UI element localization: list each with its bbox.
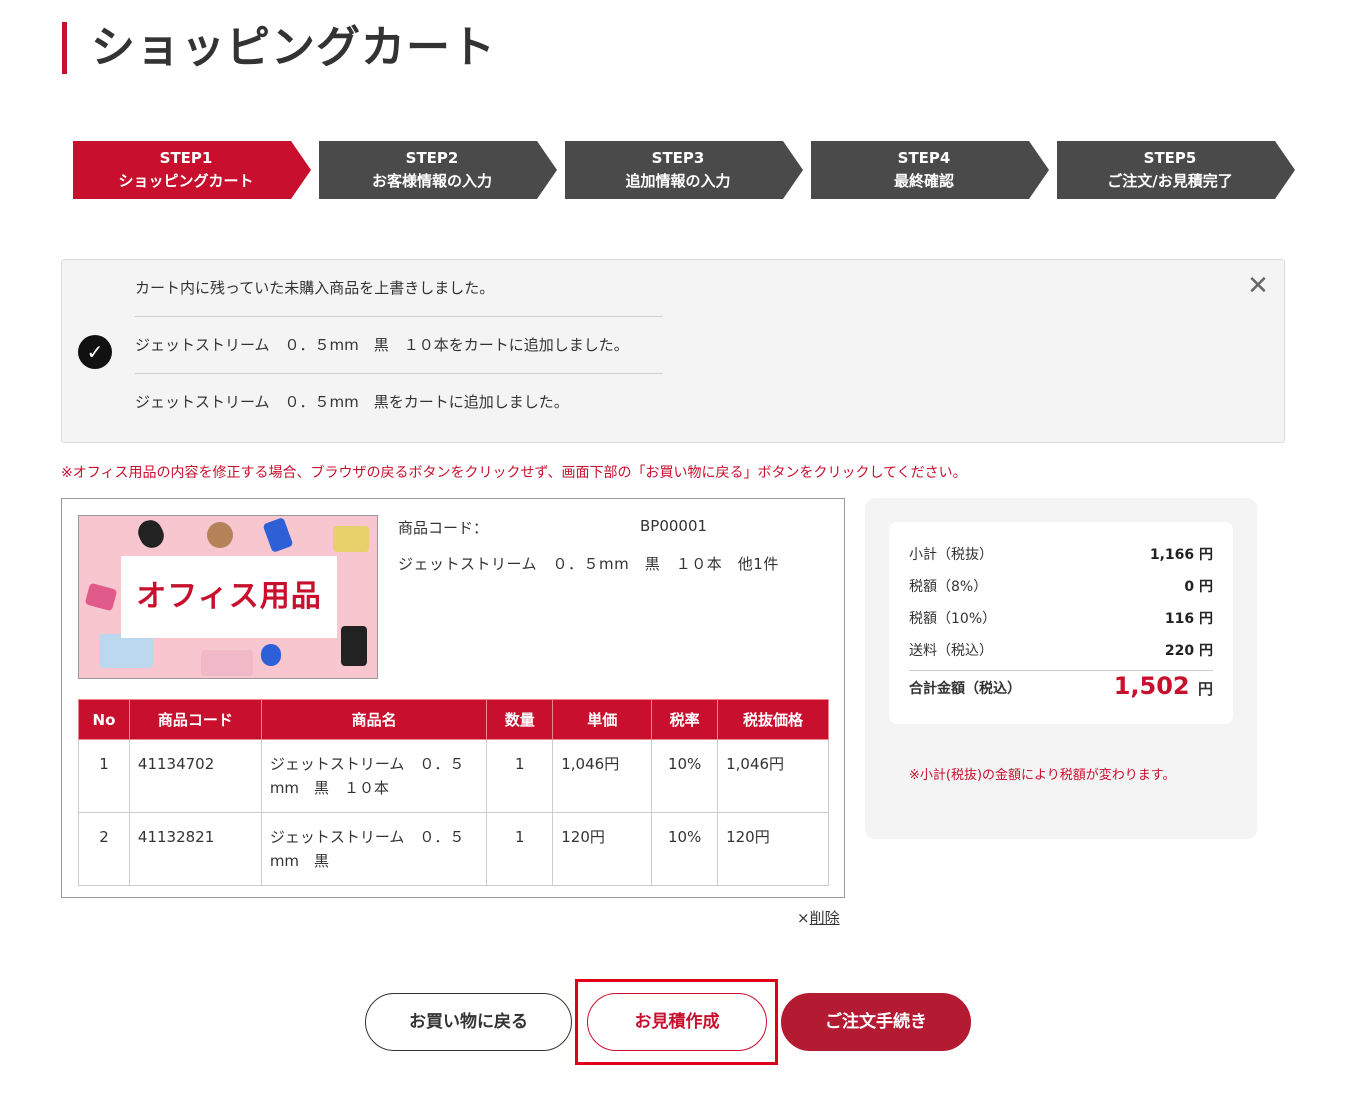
col-header-rate: 税率: [651, 699, 719, 740]
step-5: STEP5 ご注文/お見積完了: [1057, 141, 1295, 199]
cell-no: 2: [78, 812, 130, 886]
product-banner-image: オフィス用品: [78, 515, 378, 679]
table-row: 1 41134702 ジェットストリーム ０．５mm 黒 １０本 1 1,046…: [78, 739, 829, 813]
delete-link[interactable]: ×削除: [797, 907, 840, 928]
summary-value: 220 円: [1164, 643, 1213, 659]
step-4: STEP4 最終確認: [811, 141, 1049, 199]
close-icon[interactable]: ✕: [1246, 273, 1270, 299]
cart-notice: ✓ ✕ カート内に残っていた未購入商品を上書きしました。 ジェットストリーム ０…: [61, 259, 1285, 443]
notice-message: ジェットストリーム ０．５mm 黒 １０本をカートに追加しました。: [135, 317, 663, 374]
step-1-number: STEP1: [159, 149, 213, 167]
summary-divider: [909, 670, 1213, 671]
summary-label: 送料（税込）: [909, 643, 993, 659]
step-4-label: 最終確認: [893, 172, 954, 190]
cell-code: 41132821: [128, 812, 262, 886]
cell-rate: 10%: [651, 739, 719, 813]
cell-rate: 10%: [651, 812, 719, 886]
price-summary: 小計（税抜） 1,166 円 税額（8%） 0 円 税額（10%） 116 円 …: [865, 498, 1257, 839]
total-label: 合計金額（税込）: [909, 681, 1021, 697]
cell-qty: 1: [486, 739, 554, 813]
step-3-number: STEP3: [651, 149, 705, 167]
step-2: STEP2 お客様情報の入力: [319, 141, 557, 199]
col-header-name: 商品名: [260, 699, 488, 740]
cell-unit: 1,046円: [552, 739, 653, 813]
page-title: ショッピングカート: [62, 22, 496, 74]
step-1-label: ショッピングカート: [118, 172, 254, 190]
summary-label: 小計（税抜）: [909, 547, 993, 563]
summary-label: 税額（10%）: [909, 611, 997, 627]
summary-label: 税額（8%）: [909, 579, 988, 595]
notice-message: ジェットストリーム ０．５mm 黒をカートに追加しました。: [135, 393, 569, 411]
product-name: ジェットストリーム ０．５mm 黒 １０本 他1件: [398, 555, 779, 573]
step-2-label: お客様情報の入力: [371, 172, 492, 190]
step-5-number: STEP5: [1143, 149, 1197, 167]
step-4-number: STEP4: [897, 149, 951, 167]
notice-message: カート内に残っていた未購入商品を上書きしました。: [135, 260, 663, 317]
col-header-code: 商品コード: [128, 699, 262, 740]
product-code-value: BP00001: [640, 517, 708, 535]
order-procedure-button[interactable]: ご注文手続き: [781, 993, 971, 1051]
step-1: STEP1 ショッピングカート: [73, 141, 311, 199]
cell-price: 1,046円: [717, 739, 829, 813]
summary-value: 1,166 円: [1149, 547, 1213, 563]
cell-name: ジェットストリーム ０．５mm 黒: [260, 812, 488, 886]
cell-price: 120円: [717, 812, 829, 886]
edit-warning: ※オフィス用品の内容を修正する場合、ブラウザの戻るボタンをクリックせず、画面下部…: [61, 465, 967, 481]
step-2-number: STEP2: [405, 149, 459, 167]
back-to-shopping-button[interactable]: お買い物に戻る: [365, 993, 572, 1051]
step-progress: STEP1 ショッピングカート STEP2 お客様情報の入力 STEP3 追加情…: [73, 141, 1295, 199]
total-amount: 1,502: [1113, 672, 1190, 700]
table-row: 2 41132821 ジェットストリーム ０．５mm 黒 1 120円 10% …: [78, 812, 829, 886]
summary-value: 0 円: [1184, 579, 1213, 595]
price-summary-card: 小計（税抜） 1,166 円 税額（8%） 0 円 税額（10%） 116 円 …: [889, 522, 1233, 724]
col-header-unit: 単価: [552, 699, 653, 740]
cell-name: ジェットストリーム ０．５mm 黒 １０本: [260, 739, 488, 813]
product-code-label: 商品コード：: [398, 519, 489, 537]
step-5-label: ご注文/お見積完了: [1107, 172, 1233, 190]
total-value: 1,502 円: [1114, 672, 1213, 700]
cell-code: 41134702: [128, 739, 262, 813]
check-icon: ✓: [78, 335, 112, 369]
tax-note: ※小計(税抜)の金額により税額が変わります。: [909, 768, 1176, 783]
cell-qty: 1: [486, 812, 554, 886]
cart-product-box: オフィス用品 商品コード： BP00001 ジェットストリーム ０．５mm 黒 …: [61, 498, 845, 898]
summary-value: 116 円: [1164, 611, 1213, 627]
create-quote-button[interactable]: お見積作成: [587, 993, 767, 1051]
cart-items-table: No 商品コード 商品名 数量 単価 税率 税抜価格 1 41134702 ジェ…: [78, 699, 829, 886]
step-3: STEP3 追加情報の入力: [565, 141, 803, 199]
banner-title: オフィス用品: [121, 556, 337, 638]
col-header-price: 税抜価格: [717, 699, 829, 740]
cell-no: 1: [78, 739, 130, 813]
delete-label[interactable]: 削除: [810, 909, 840, 927]
step-3-label: 追加情報の入力: [625, 172, 731, 190]
col-header-qty: 数量: [486, 699, 554, 740]
delete-prefix: ×: [797, 909, 810, 927]
total-unit: 円: [1197, 680, 1213, 698]
col-header-no: No: [78, 699, 130, 740]
cell-unit: 120円: [552, 812, 653, 886]
